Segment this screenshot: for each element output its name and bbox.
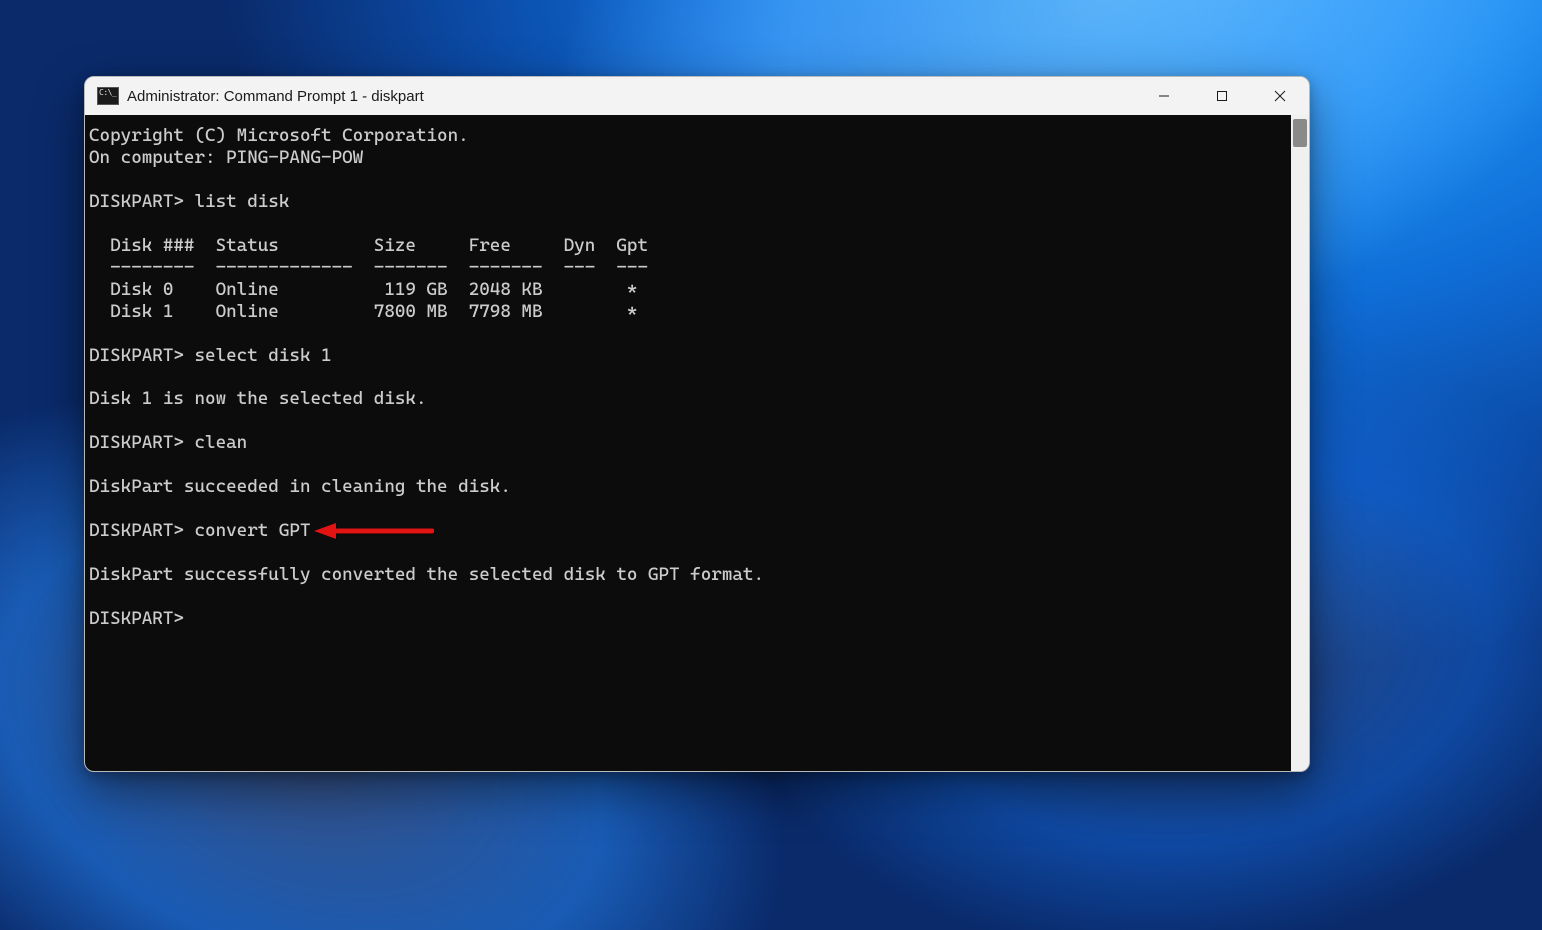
- terminal-line: Copyright (C) Microsoft Corporation.: [85, 125, 1291, 147]
- titlebar[interactable]: Administrator: Command Prompt 1 - diskpa…: [85, 77, 1309, 116]
- terminal-line: DiskPart successfully converted the sele…: [85, 564, 1291, 586]
- window-client-area: Copyright (C) Microsoft Corporation.On c…: [85, 115, 1309, 771]
- terminal-line: [85, 586, 1291, 608]
- terminal-output[interactable]: Copyright (C) Microsoft Corporation.On c…: [85, 115, 1291, 771]
- terminal-line: DISKPART> clean: [85, 432, 1291, 454]
- terminal-line: [85, 498, 1291, 520]
- cmd-icon: [97, 87, 119, 105]
- terminal-line: [85, 542, 1291, 564]
- minimize-icon: [1158, 90, 1170, 102]
- terminal-line: On computer: PING-PANG-POW: [85, 147, 1291, 169]
- window-title: Administrator: Command Prompt 1 - diskpa…: [127, 88, 1135, 105]
- close-icon: [1274, 90, 1286, 102]
- terminal-line: DISKPART>: [85, 608, 1291, 630]
- maximize-button[interactable]: [1193, 77, 1251, 115]
- scrollbar-thumb[interactable]: [1293, 119, 1307, 147]
- terminal-line: [85, 323, 1291, 345]
- maximize-icon: [1216, 90, 1228, 102]
- terminal-line: -------- ------------- ------- ------- -…: [85, 257, 1291, 279]
- terminal-line: DISKPART> list disk: [85, 191, 1291, 213]
- terminal-line: Disk 1 is now the selected disk.: [85, 388, 1291, 410]
- terminal-line: DiskPart succeeded in cleaning the disk.: [85, 476, 1291, 498]
- scrollbar-track[interactable]: [1291, 115, 1309, 771]
- terminal-line: [85, 410, 1291, 432]
- terminal-line: [85, 454, 1291, 476]
- command-prompt-window: Administrator: Command Prompt 1 - diskpa…: [84, 76, 1310, 772]
- terminal-line: Disk 1 Online 7800 MB 7798 MB *: [85, 301, 1291, 323]
- close-button[interactable]: [1251, 77, 1309, 115]
- terminal-line: DISKPART> convert GPT: [85, 520, 1291, 542]
- terminal-line: DISKPART> select disk 1: [85, 345, 1291, 367]
- terminal-line: Disk ### Status Size Free Dyn Gpt: [85, 235, 1291, 257]
- terminal-line: [85, 366, 1291, 388]
- terminal-line: [85, 169, 1291, 191]
- terminal-line: [85, 213, 1291, 235]
- minimize-button[interactable]: [1135, 77, 1193, 115]
- terminal-line: Disk 0 Online 119 GB 2048 KB *: [85, 279, 1291, 301]
- window-controls: [1135, 77, 1309, 115]
